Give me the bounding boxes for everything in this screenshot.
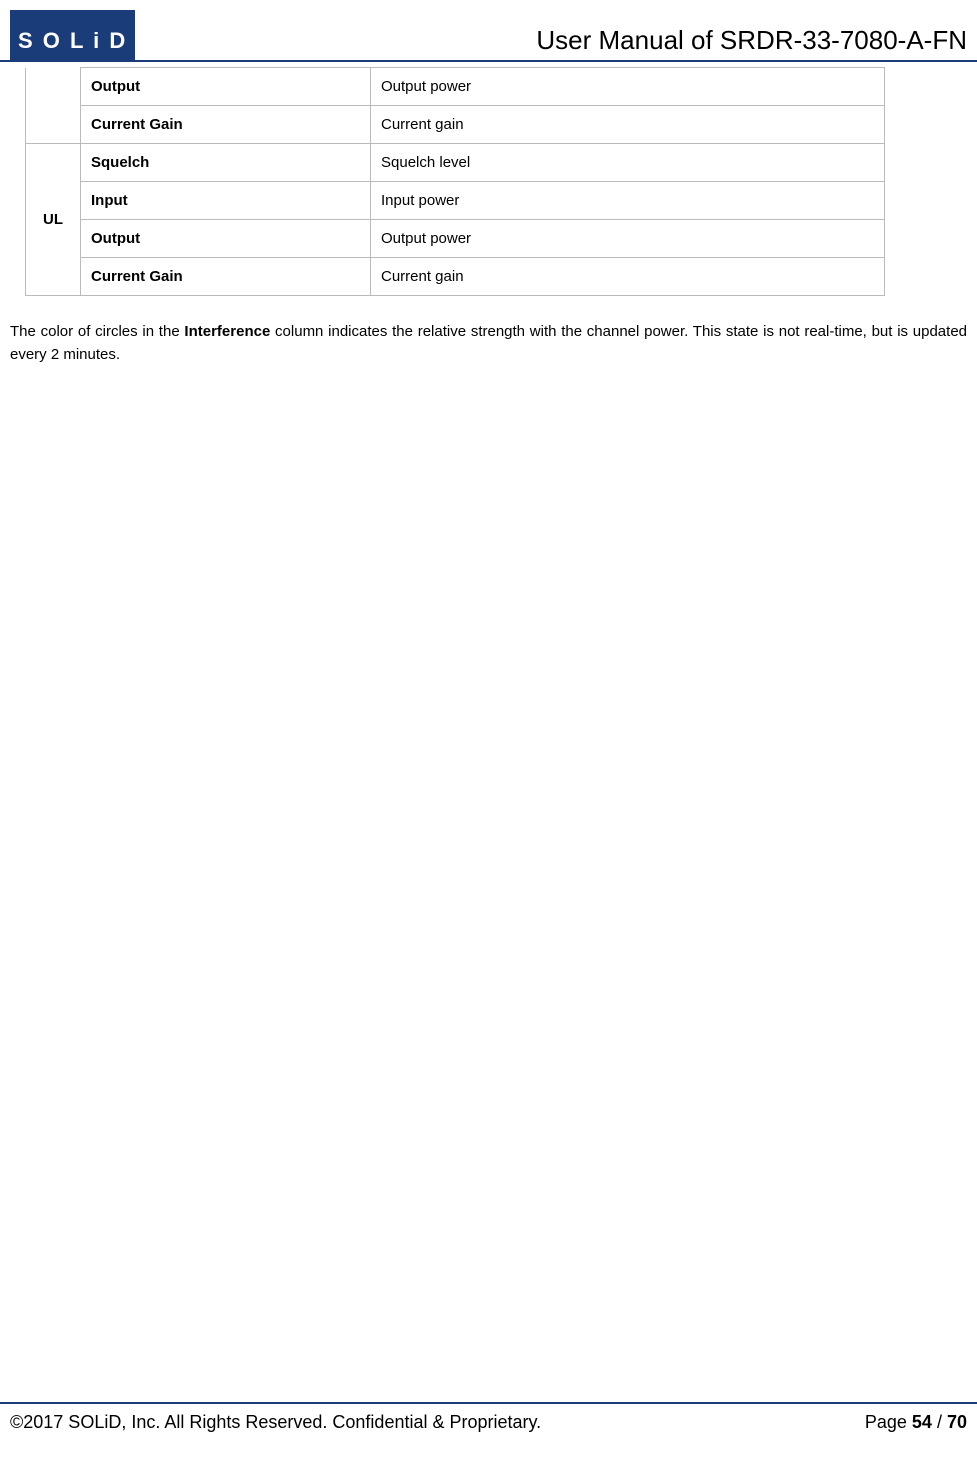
body-paragraph: The color of circles in the Interference…: [10, 321, 967, 366]
label-cell: Current Gain: [81, 106, 371, 144]
page-number: Page 54 / 70: [865, 1412, 967, 1433]
label-cell: Output: [81, 68, 371, 106]
table-row: Output Output power: [26, 68, 885, 106]
desc-cell: Output power: [371, 68, 885, 106]
page-footer: ©2017 SOLiD, Inc. All Rights Reserved. C…: [0, 1402, 977, 1433]
table-row: Current Gain Current gain: [26, 258, 885, 296]
group-cell-empty: [26, 68, 81, 144]
desc-cell: Output power: [371, 220, 885, 258]
table-row: Input Input power: [26, 182, 885, 220]
group-cell-ul: UL: [26, 144, 81, 296]
label-cell: Current Gain: [81, 258, 371, 296]
document-title: User Manual of SRDR-33-7080-A-FN: [135, 25, 977, 60]
page-header: S O L i D User Manual of SRDR-33-7080-A-…: [0, 0, 977, 62]
label-cell: Squelch: [81, 144, 371, 182]
desc-cell: Current gain: [371, 106, 885, 144]
content-area: Output Output power Current Gain Current…: [0, 67, 977, 366]
page-current: 54: [912, 1412, 932, 1432]
table-row: Current Gain Current gain: [26, 106, 885, 144]
page-total: 70: [947, 1412, 967, 1432]
page-sep: /: [932, 1412, 947, 1432]
table-row: Output Output power: [26, 220, 885, 258]
desc-cell: Current gain: [371, 258, 885, 296]
table-row: UL Squelch Squelch level: [26, 144, 885, 182]
paragraph-text: The color of circles in the: [10, 323, 184, 340]
paragraph-bold: Interference: [184, 323, 270, 340]
label-cell: Output: [81, 220, 371, 258]
page-label: Page: [865, 1412, 912, 1432]
copyright-text: ©2017 SOLiD, Inc. All Rights Reserved. C…: [10, 1412, 541, 1433]
desc-cell: Squelch level: [371, 144, 885, 182]
desc-cell: Input power: [371, 182, 885, 220]
label-cell: Input: [81, 182, 371, 220]
logo: S O L i D: [10, 10, 135, 60]
parameters-table: Output Output power Current Gain Current…: [25, 67, 885, 296]
